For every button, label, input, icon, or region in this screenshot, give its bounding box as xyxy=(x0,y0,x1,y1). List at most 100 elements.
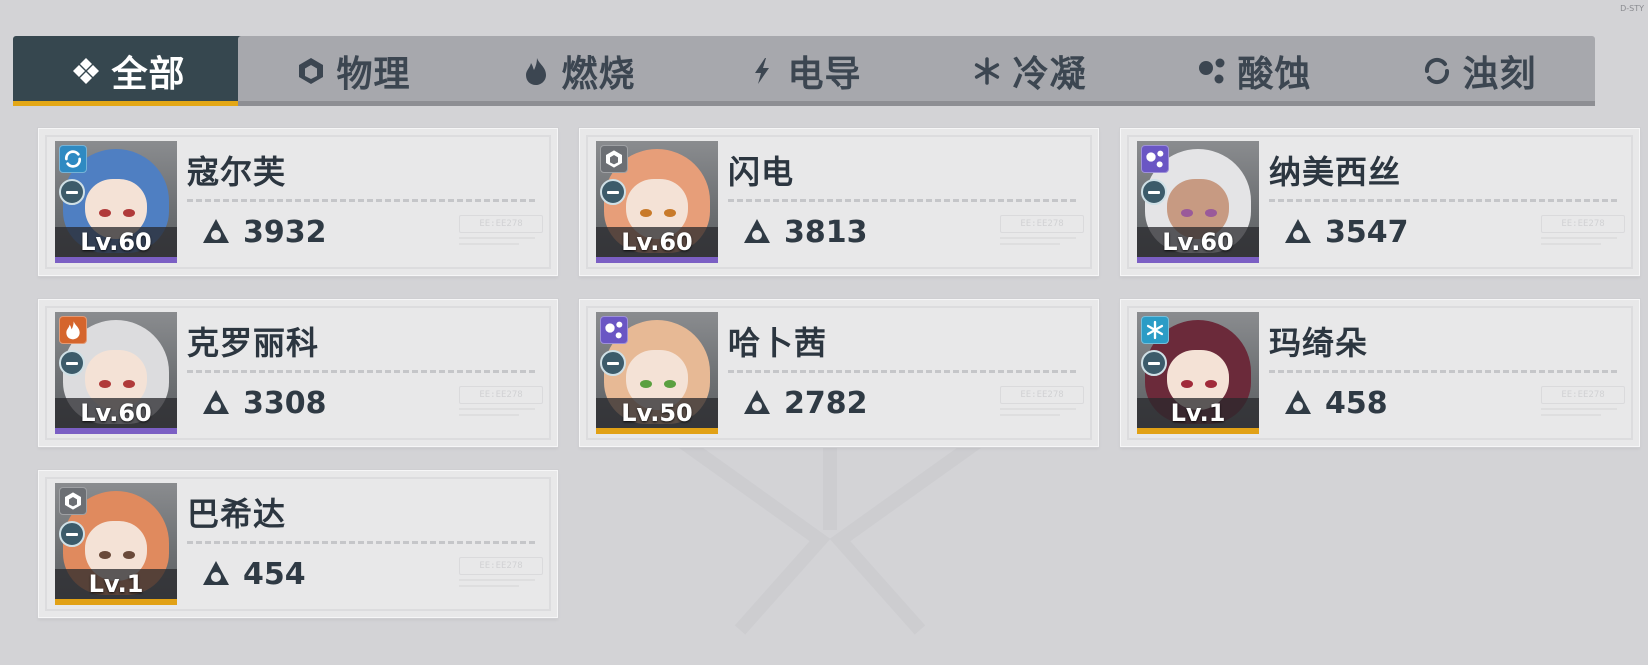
character-name: 寇尔芙 xyxy=(187,153,287,191)
character-level: Lv.60 xyxy=(621,228,693,256)
swirl-icon xyxy=(59,145,87,173)
tab-all[interactable]: 全部 xyxy=(13,36,244,106)
character-name: 哈卜茜 xyxy=(728,324,828,362)
acid-dots-icon xyxy=(1197,56,1227,86)
character-card-kerfu[interactable]: Lv.60 寇尔芙 3932 ЕЕ:ЕЕ278 xyxy=(38,128,558,276)
character-name: 闪电 xyxy=(728,153,795,191)
combat-power-icon xyxy=(203,390,229,414)
rarity-bar xyxy=(55,599,177,605)
combat-power-icon xyxy=(1285,219,1311,243)
tab-turbid[interactable]: 浊刻 xyxy=(1364,36,1595,106)
combat-power-value: 3308 xyxy=(243,386,327,421)
snowflake-icon xyxy=(972,56,1002,86)
dashed-divider xyxy=(187,370,535,373)
tab-label: 物理 xyxy=(336,54,411,95)
acid-dots-icon xyxy=(1141,145,1169,173)
background-emblem xyxy=(675,420,985,635)
character-level: Lv.60 xyxy=(80,399,152,427)
acid-dots-icon xyxy=(600,316,628,344)
serial-watermark: ЕЕ:ЕЕ278 xyxy=(1000,386,1084,422)
tab-label: 冷凝 xyxy=(1012,54,1087,95)
element-filter-tabs: 全部 物理 燃烧 电导 冷凝 酸蚀 浊刻 xyxy=(13,36,1648,106)
character-card-lightning[interactable]: Lv.60 闪电 3813 ЕЕ:ЕЕ278 xyxy=(579,128,1099,276)
flame-icon xyxy=(59,316,87,344)
remove-icon[interactable] xyxy=(600,179,626,205)
remove-icon[interactable] xyxy=(59,179,85,205)
rarity-bar xyxy=(596,428,718,434)
character-name: 克罗丽科 xyxy=(187,324,320,362)
tab-label: 全部 xyxy=(111,54,186,95)
dashed-divider xyxy=(187,541,535,544)
hexagon-icon xyxy=(600,145,628,173)
rarity-bar xyxy=(55,428,177,434)
character-level: Lv.1 xyxy=(88,570,144,598)
combat-power-value: 458 xyxy=(1325,386,1388,421)
character-portrait: Lv.1 xyxy=(1137,312,1259,434)
combat-power-icon xyxy=(1285,390,1311,414)
serial-watermark: ЕЕ:ЕЕ278 xyxy=(1541,215,1625,251)
swirl-icon xyxy=(1422,56,1452,86)
rarity-bar xyxy=(596,257,718,263)
hexagon-icon xyxy=(296,56,326,86)
character-level: Lv.60 xyxy=(80,228,152,256)
tab-label: 电导 xyxy=(787,54,862,95)
character-level: Lv.50 xyxy=(621,399,693,427)
character-name: 纳美西丝 xyxy=(1269,153,1402,191)
character-portrait: Lv.1 xyxy=(55,483,177,605)
combat-power-value: 2782 xyxy=(784,386,868,421)
character-card-nemesis[interactable]: Lv.60 纳美西丝 3547 ЕЕ:ЕЕ278 xyxy=(1120,128,1640,276)
combat-power-icon xyxy=(203,219,229,243)
flame-icon xyxy=(521,56,551,86)
tab-label: 燃烧 xyxy=(561,54,636,95)
combat-power-icon xyxy=(744,219,770,243)
hexagon-icon xyxy=(59,487,87,515)
remove-icon[interactable] xyxy=(1141,179,1167,205)
combat-power-icon xyxy=(744,390,770,414)
tab-acid[interactable]: 酸蚀 xyxy=(1139,36,1370,106)
character-name: 巴希达 xyxy=(187,495,287,533)
dashed-divider xyxy=(1269,370,1617,373)
dashed-divider xyxy=(1269,199,1617,202)
remove-icon[interactable] xyxy=(1141,350,1167,376)
combat-power-value: 454 xyxy=(243,557,306,592)
combat-power-value: 3932 xyxy=(243,215,327,250)
dashed-divider xyxy=(728,199,1076,202)
character-portrait: Lv.60 xyxy=(55,312,177,434)
character-portrait: Lv.60 xyxy=(55,141,177,263)
lightning-icon xyxy=(747,56,777,86)
serial-watermark: ЕЕ:ЕЕ278 xyxy=(459,386,543,422)
serial-watermark: ЕЕ:ЕЕ278 xyxy=(459,215,543,251)
rarity-bar xyxy=(1137,257,1259,263)
combat-power-value: 3547 xyxy=(1325,215,1409,250)
corner-code: D-STY xyxy=(1620,4,1644,13)
dashed-divider xyxy=(728,370,1076,373)
tab-burn[interactable]: 燃烧 xyxy=(463,36,694,106)
rarity-bar xyxy=(1137,428,1259,434)
remove-icon[interactable] xyxy=(600,350,626,376)
character-portrait: Lv.50 xyxy=(596,312,718,434)
dashed-divider xyxy=(187,199,535,202)
tab-freeze[interactable]: 冷凝 xyxy=(914,36,1145,106)
tab-label: 浊刻 xyxy=(1462,54,1537,95)
rarity-bar xyxy=(55,257,177,263)
character-card-makiatto[interactable]: Lv.1 玛绮朵 458 ЕЕ:ЕЕ278 xyxy=(1120,299,1640,447)
serial-watermark: ЕЕ:ЕЕ278 xyxy=(1000,215,1084,251)
remove-icon[interactable] xyxy=(59,350,85,376)
serial-watermark: ЕЕ:ЕЕ278 xyxy=(459,557,543,593)
character-name: 玛绮朵 xyxy=(1269,324,1369,362)
character-portrait: Lv.60 xyxy=(596,141,718,263)
character-level: Lv.1 xyxy=(1170,399,1226,427)
remove-icon[interactable] xyxy=(59,521,85,547)
tab-physical[interactable]: 物理 xyxy=(238,36,469,106)
tab-electric[interactable]: 电导 xyxy=(689,36,920,106)
snowflake-icon xyxy=(1141,316,1169,344)
character-card-habxi[interactable]: Lv.50 哈卜茜 2782 ЕЕ:ЕЕ278 xyxy=(579,299,1099,447)
serial-watermark: ЕЕ:ЕЕ278 xyxy=(1541,386,1625,422)
tab-label: 酸蚀 xyxy=(1237,54,1312,95)
character-level: Lv.60 xyxy=(1162,228,1234,256)
combat-power-value: 3813 xyxy=(784,215,868,250)
character-card-basita[interactable]: Lv.1 巴希达 454 ЕЕ:ЕЕ278 xyxy=(38,470,558,618)
character-portrait: Lv.60 xyxy=(1137,141,1259,263)
combat-power-icon xyxy=(203,561,229,585)
character-card-krolik[interactable]: Lv.60 克罗丽科 3308 ЕЕ:ЕЕ278 xyxy=(38,299,558,447)
